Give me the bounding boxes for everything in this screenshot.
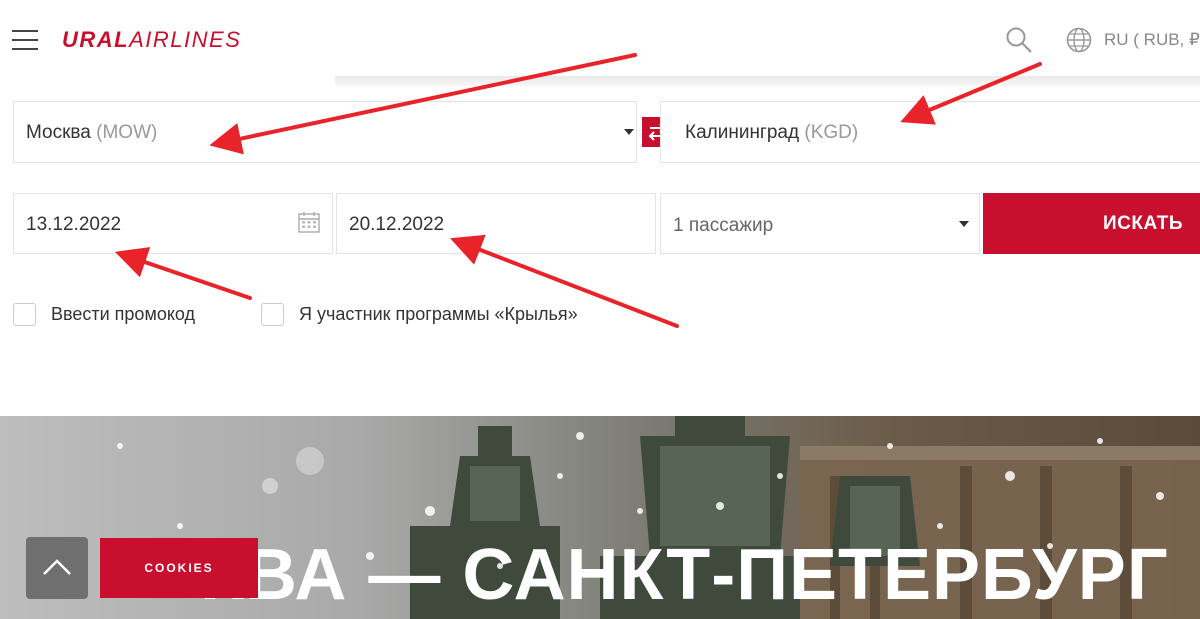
arrival-city-value: Калининград (KGD) <box>685 122 859 143</box>
site-header: URALAIRLINES RU ( RUB, ₽ <box>0 0 1200 76</box>
loyalty-program-label: Я участник программы «Крылья» <box>299 304 578 324</box>
search-button-label: ИСКАТЬ <box>1103 213 1184 234</box>
search-button[interactable]: ИСКАТЬ <box>983 193 1200 254</box>
arrow-to-departure-date <box>114 247 252 300</box>
checkbox-box[interactable] <box>13 303 36 326</box>
calendar-icon[interactable] <box>298 211 320 238</box>
loyalty-program-checkbox[interactable]: Я участник программы «Крылья» <box>261 303 578 326</box>
ural-airlines-logo[interactable]: URALAIRLINES <box>62 27 241 53</box>
promo-code-checkbox[interactable]: Ввести промокод <box>13 303 195 326</box>
header-divider <box>335 76 1200 86</box>
chevron-down-icon[interactable] <box>624 129 634 135</box>
departure-date-field[interactable]: 13.12.2022 <box>13 193 333 254</box>
return-date-field[interactable]: 20.12.2022 <box>336 193 656 254</box>
globe-icon <box>1066 27 1092 53</box>
departure-date-value: 13.12.2022 <box>26 214 122 235</box>
passengers-select[interactable]: 1 пассажир <box>660 193 980 254</box>
chevron-up-icon <box>43 559 71 575</box>
return-date-value: 20.12.2022 <box>349 214 445 235</box>
cookies-button[interactable]: COOKIES <box>100 538 258 598</box>
search-icon[interactable] <box>1005 26 1033 54</box>
scroll-to-top-button[interactable] <box>26 537 88 599</box>
menu-icon[interactable] <box>12 30 38 50</box>
chevron-down-icon[interactable] <box>959 221 969 227</box>
arrival-city-field[interactable]: Калининград (KGD) <box>660 101 1200 163</box>
departure-city-value: Москва (MOW) <box>26 122 158 143</box>
banner-title: КВА — САНКТ-ПЕТЕРБУРГ <box>200 535 1169 615</box>
promo-code-label: Ввести промокод <box>51 304 196 324</box>
language-currency-selector[interactable]: RU ( RUB, ₽ <box>1104 30 1200 50</box>
departure-city-field[interactable]: Москва (MOW) <box>13 101 637 163</box>
checkbox-box[interactable] <box>261 303 284 326</box>
passengers-value: 1 пассажир <box>673 215 774 236</box>
